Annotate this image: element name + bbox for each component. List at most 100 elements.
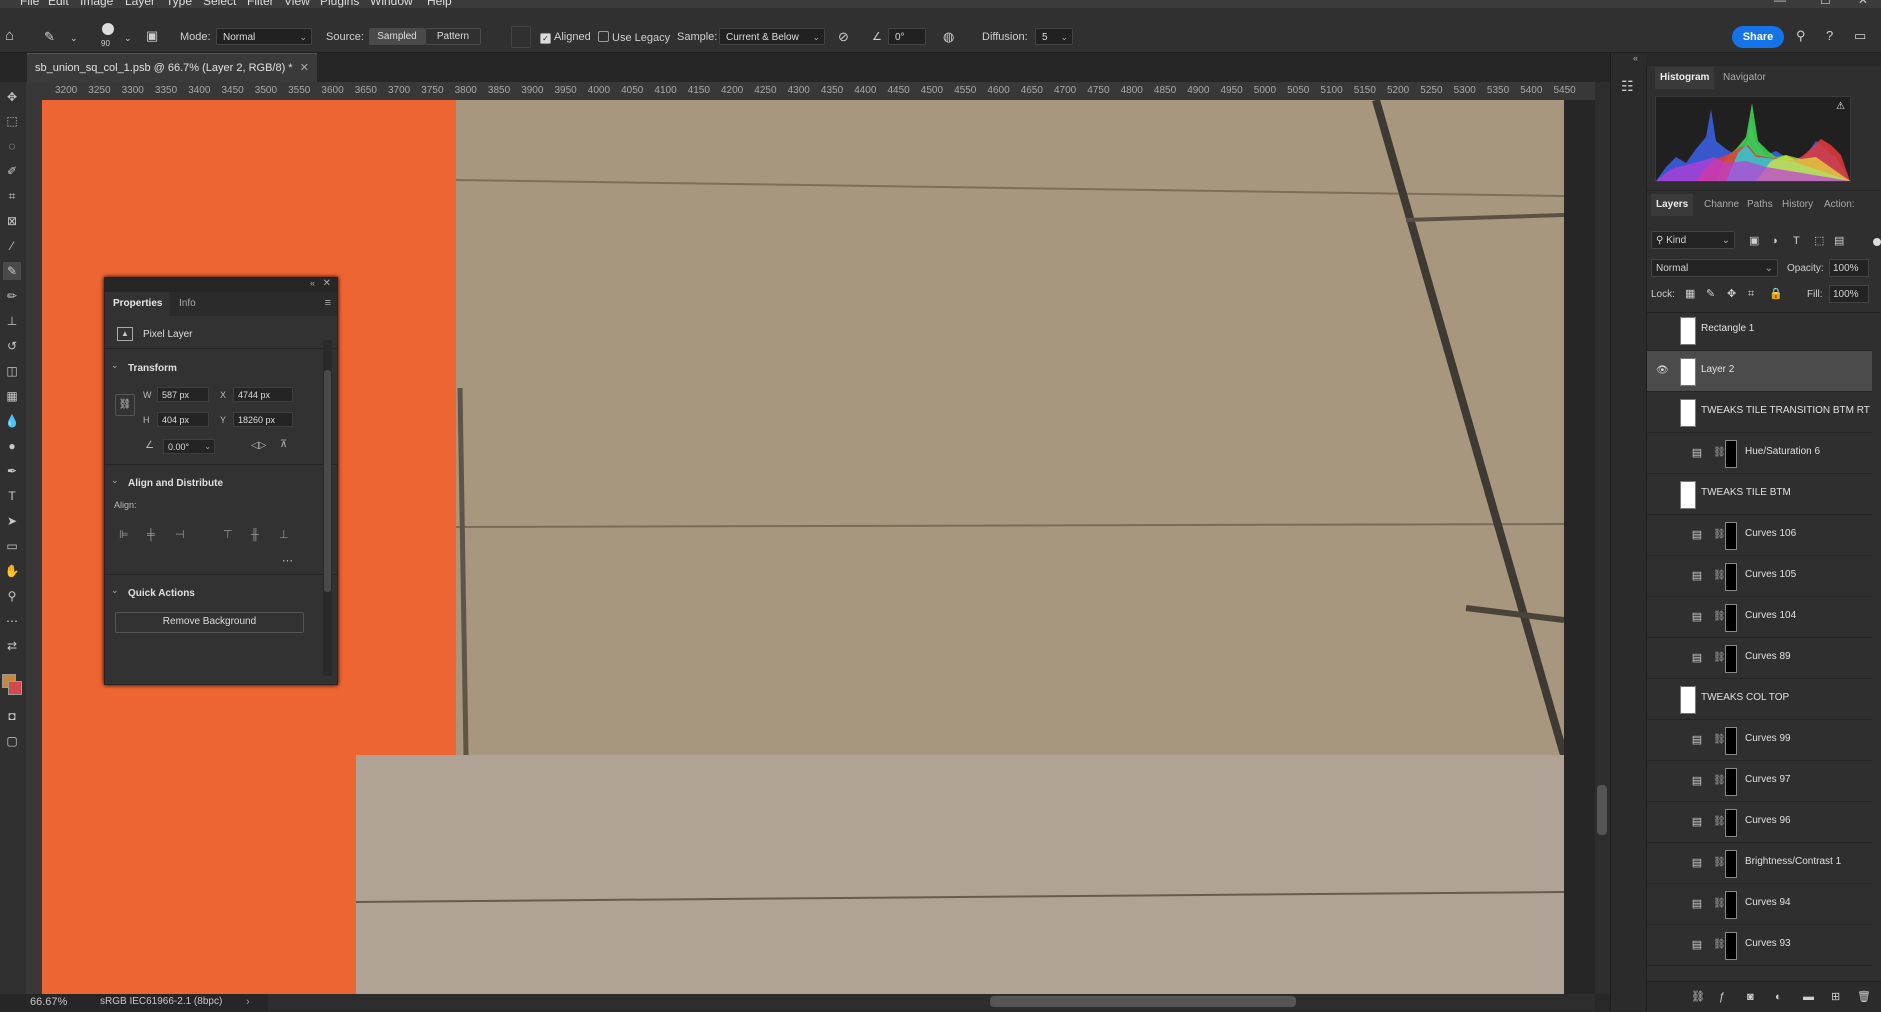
horizontal-scrollbar[interactable] (268, 994, 1595, 1011)
pattern-swatch[interactable] (511, 26, 531, 48)
status-expand-icon[interactable]: › (246, 996, 250, 1008)
layer-row[interactable]: ▤ ⛓ Curves 89 (1647, 638, 1872, 679)
close-icon[interactable]: ✕ (323, 278, 331, 289)
layer-name[interactable]: Curves 99 (1745, 733, 1791, 744)
layer-row[interactable]: ▤ ⛓ Curves 105 (1647, 556, 1872, 597)
minimize-icon[interactable]: — (1774, 0, 1786, 7)
tab-channels[interactable]: Channe (1699, 194, 1744, 216)
tab-histogram[interactable]: Histogram (1655, 67, 1715, 89)
width-field[interactable]: 587 px (157, 387, 209, 402)
healing-brush-icon[interactable]: ✎ (44, 30, 55, 44)
align-vcenter-icon[interactable]: ╫ (251, 529, 263, 541)
visibility-off-icon[interactable] (1656, 857, 1668, 869)
filter-kind-select[interactable]: ⚲ Kind ⌄ (1651, 231, 1735, 249)
layer-name[interactable]: TWEAKS COL TOP (1701, 692, 1789, 703)
menu-edit[interactable]: Edit (48, 0, 69, 8)
panel-menu-icon[interactable]: ≡ (325, 297, 331, 309)
align-top-icon[interactable]: ⊤ (223, 529, 235, 541)
layer-name[interactable]: Rectangle 1 (1701, 323, 1754, 334)
layer-name[interactable]: TWEAKS TILE BTM (1701, 487, 1791, 498)
visibility-off-icon[interactable] (1656, 611, 1668, 623)
frame-tool-icon[interactable]: ⊠ (3, 212, 21, 230)
y-field[interactable]: 18260 px (233, 412, 293, 427)
layer-row[interactable]: ▤ ⛓ Hue/Saturation 6 (1647, 433, 1872, 474)
tab-history[interactable]: History (1777, 194, 1818, 216)
mask-link-icon[interactable]: ⛓ (1713, 651, 1726, 665)
rectangle-tool-icon[interactable]: ▭ (3, 537, 21, 555)
share-button[interactable]: Share (1732, 26, 1784, 48)
source-pattern-button[interactable]: Pattern (425, 28, 481, 45)
chevron-down-icon[interactable]: ⌄ (111, 585, 119, 596)
visibility-off-icon[interactable] (1656, 652, 1668, 664)
mask-link-icon[interactable]: ⛓ (1713, 733, 1726, 747)
visibility-off-icon[interactable] (1656, 693, 1668, 705)
gradient-tool-icon[interactable]: ▦ (3, 387, 21, 405)
swap-colors-icon[interactable]: ⇄ (3, 637, 21, 655)
delete-layer-icon[interactable]: 🗑 (1857, 990, 1871, 1004)
layer-mask-thumbnail[interactable] (1725, 891, 1737, 919)
layer-thumbnail[interactable] (1680, 399, 1696, 427)
horizontal-scroll-thumb[interactable] (990, 996, 1296, 1007)
workspace-icon[interactable]: ▭ (1854, 29, 1866, 43)
vertical-scrollbar[interactable] (1595, 82, 1610, 994)
close-tab-icon[interactable]: ✕ (300, 54, 309, 82)
quick-mask-icon[interactable]: ◘ (3, 707, 21, 725)
layer-name[interactable]: Curves 106 (1745, 528, 1796, 539)
layer-row[interactable]: ▤ ⛓ Curves 99 (1647, 720, 1872, 761)
menu-plugins[interactable]: Plugins (320, 0, 359, 8)
tool-preset-chevron-icon[interactable]: ⌄ (70, 31, 78, 45)
layer-row[interactable]: ▤ ⛓ Curves 94 (1647, 884, 1872, 925)
zoom-level[interactable]: 66.67% (30, 996, 67, 1008)
layer-name[interactable]: Curves 94 (1745, 897, 1791, 908)
healing-brush-tool-icon[interactable]: ✎ (3, 262, 21, 280)
tab-info[interactable]: Info (171, 292, 204, 316)
layer-mask-thumbnail[interactable] (1725, 563, 1737, 591)
path-select-tool-icon[interactable]: ➤ (3, 512, 21, 530)
align-bottom-icon[interactable]: ⊥ (279, 529, 291, 541)
type-tool-icon[interactable]: T (3, 487, 21, 505)
layer-name[interactable]: Layer 2 (1701, 364, 1734, 375)
visibility-off-icon[interactable] (1656, 939, 1668, 951)
fx-icon[interactable]: ƒ (1719, 990, 1725, 1004)
lock-transparent-icon[interactable]: ▦ (1685, 287, 1695, 301)
dodge-tool-icon[interactable]: ● (3, 437, 21, 455)
layer-mask-thumbnail[interactable] (1725, 850, 1737, 878)
layer-name[interactable]: Curves 93 (1745, 938, 1791, 949)
visibility-off-icon[interactable] (1656, 488, 1668, 500)
align-left-icon[interactable]: ⊫ (119, 529, 131, 541)
layer-row[interactable]: ▤ ⛓ Brightness/Contrast 1 (1647, 843, 1872, 884)
pen-tool-icon[interactable]: ✒ (3, 462, 21, 480)
link-layers-icon[interactable]: ⛓ (1691, 990, 1705, 1004)
menu-view[interactable]: View (284, 0, 310, 8)
layer-mask-thumbnail[interactable] (1725, 604, 1737, 632)
menu-layer[interactable]: Layer (125, 0, 155, 8)
layer-mask-thumbnail[interactable] (1725, 768, 1737, 796)
background-color-swatch[interactable] (8, 681, 22, 695)
visibility-off-icon[interactable] (1656, 406, 1668, 418)
angle-field[interactable]: 0.00° ⌄ (163, 439, 215, 454)
menu-window[interactable]: Window (370, 0, 413, 8)
height-field[interactable]: 404 px (157, 412, 209, 427)
document-tab[interactable]: sb_union_sq_col_1.psb @ 66.7% (Layer 2, … (27, 53, 317, 82)
layer-name[interactable]: Curves 97 (1745, 774, 1791, 785)
layer-row[interactable]: ▤ ⛓ Curves 104 (1647, 597, 1872, 638)
hand-tool-icon[interactable]: ✋ (3, 562, 21, 580)
diffusion-select[interactable]: 5 ⌄ (1035, 28, 1073, 45)
menu-image[interactable]: Image (80, 0, 113, 8)
zoom-tool-icon[interactable]: ⚲ (3, 587, 21, 605)
layer-name[interactable]: TWEAKS TILE TRANSITION BTM RT (1701, 405, 1870, 416)
lock-pixels-icon[interactable]: ✎ (1706, 287, 1715, 301)
layer-name[interactable]: Curves 104 (1745, 610, 1796, 621)
search-icon[interactable]: ⚲ (1796, 29, 1806, 43)
visibility-off-icon[interactable] (1656, 734, 1668, 746)
warning-icon[interactable]: ⚠ (1836, 101, 1845, 112)
maximize-icon[interactable]: ☐ (1820, 0, 1831, 7)
layer-mask-thumbnail[interactable] (1725, 645, 1737, 673)
layer-name[interactable]: Curves 105 (1745, 569, 1796, 580)
layer-row[interactable]: TWEAKS TILE TRANSITION BTM RT (1647, 392, 1872, 433)
layer-row[interactable]: ▤ ⛓ Curves 93 (1647, 925, 1872, 966)
layer-row[interactable]: TWEAKS COL TOP (1647, 679, 1872, 720)
layer-row[interactable]: ▤ ⛓ Curves 106 (1647, 515, 1872, 556)
tab-paths[interactable]: Paths (1742, 194, 1778, 216)
mask-link-icon[interactable]: ⛓ (1713, 528, 1726, 542)
